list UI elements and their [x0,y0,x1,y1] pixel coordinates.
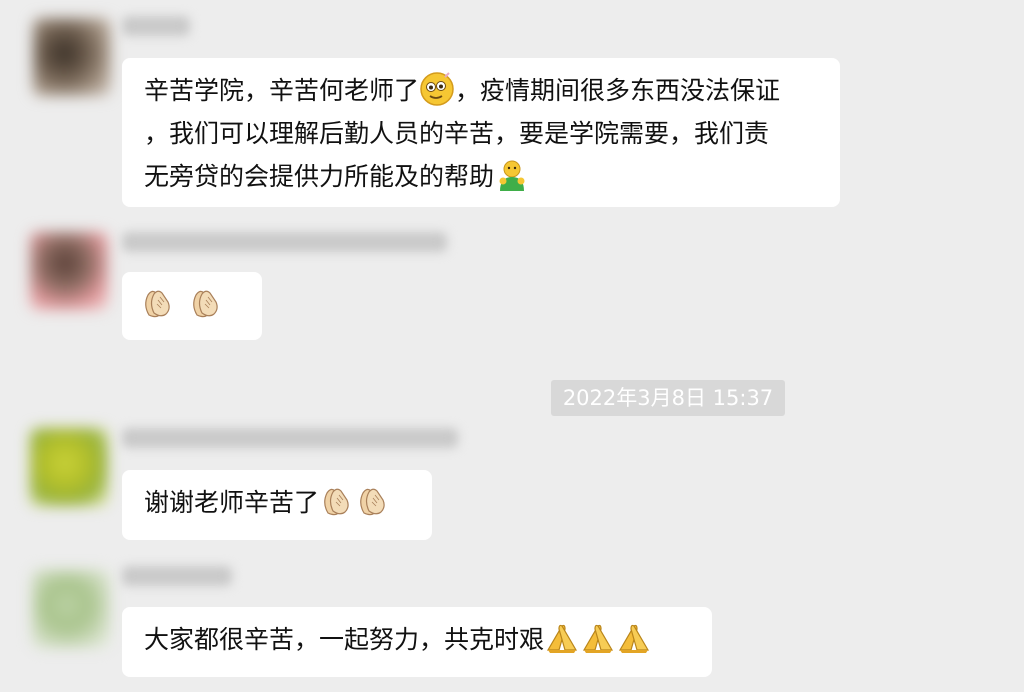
yellow-face-emoji [420,72,454,106]
message-line: 无旁贷的会提供力所能及的帮助 [144,155,818,198]
avatar[interactable] [30,428,108,506]
message-line: 谢谢老师辛苦了 [144,481,410,524]
chat-bubble[interactable] [122,272,262,340]
clapping-hands-emoji [324,488,349,516]
clapping-hands-emoji [360,488,385,516]
avatar[interactable] [30,232,108,310]
message-line: 辛苦学院，辛苦何老师了 ，疫情期间很多东西没法保证 [144,69,818,112]
praying-hands-emoji [582,624,614,653]
chat-bubble[interactable]: 谢谢老师辛苦了 [122,470,432,540]
fist-bump-emoji [499,160,525,191]
praying-hands-emoji [618,624,650,653]
sender-name-blurred [122,16,190,36]
chat-bubble[interactable]: 大家都很辛苦，一起努力，共克时艰 [122,607,712,677]
message-line [140,283,244,326]
message-line: 大家都很辛苦，一起努力，共克时艰 [144,618,690,661]
sender-name-blurred [122,566,232,586]
clapping-hands-emoji [193,290,218,318]
clapping-hands-emoji [145,290,170,318]
message-line: ，我们可以理解后勤人员的辛苦，要是学院需要，我们责 [144,119,770,148]
avatar[interactable] [33,18,111,96]
praying-hands-emoji [546,624,578,653]
avatar[interactable] [32,570,110,648]
sender-name-blurred [122,428,458,448]
chat-bubble[interactable]: 辛苦学院，辛苦何老师了 ，疫情期间很多东西没法保证 ，我们可以理解后勤人员的辛苦… [122,58,840,207]
timestamp: 2022年3月8日 15:37 [551,380,785,416]
sender-name-blurred [122,232,447,252]
